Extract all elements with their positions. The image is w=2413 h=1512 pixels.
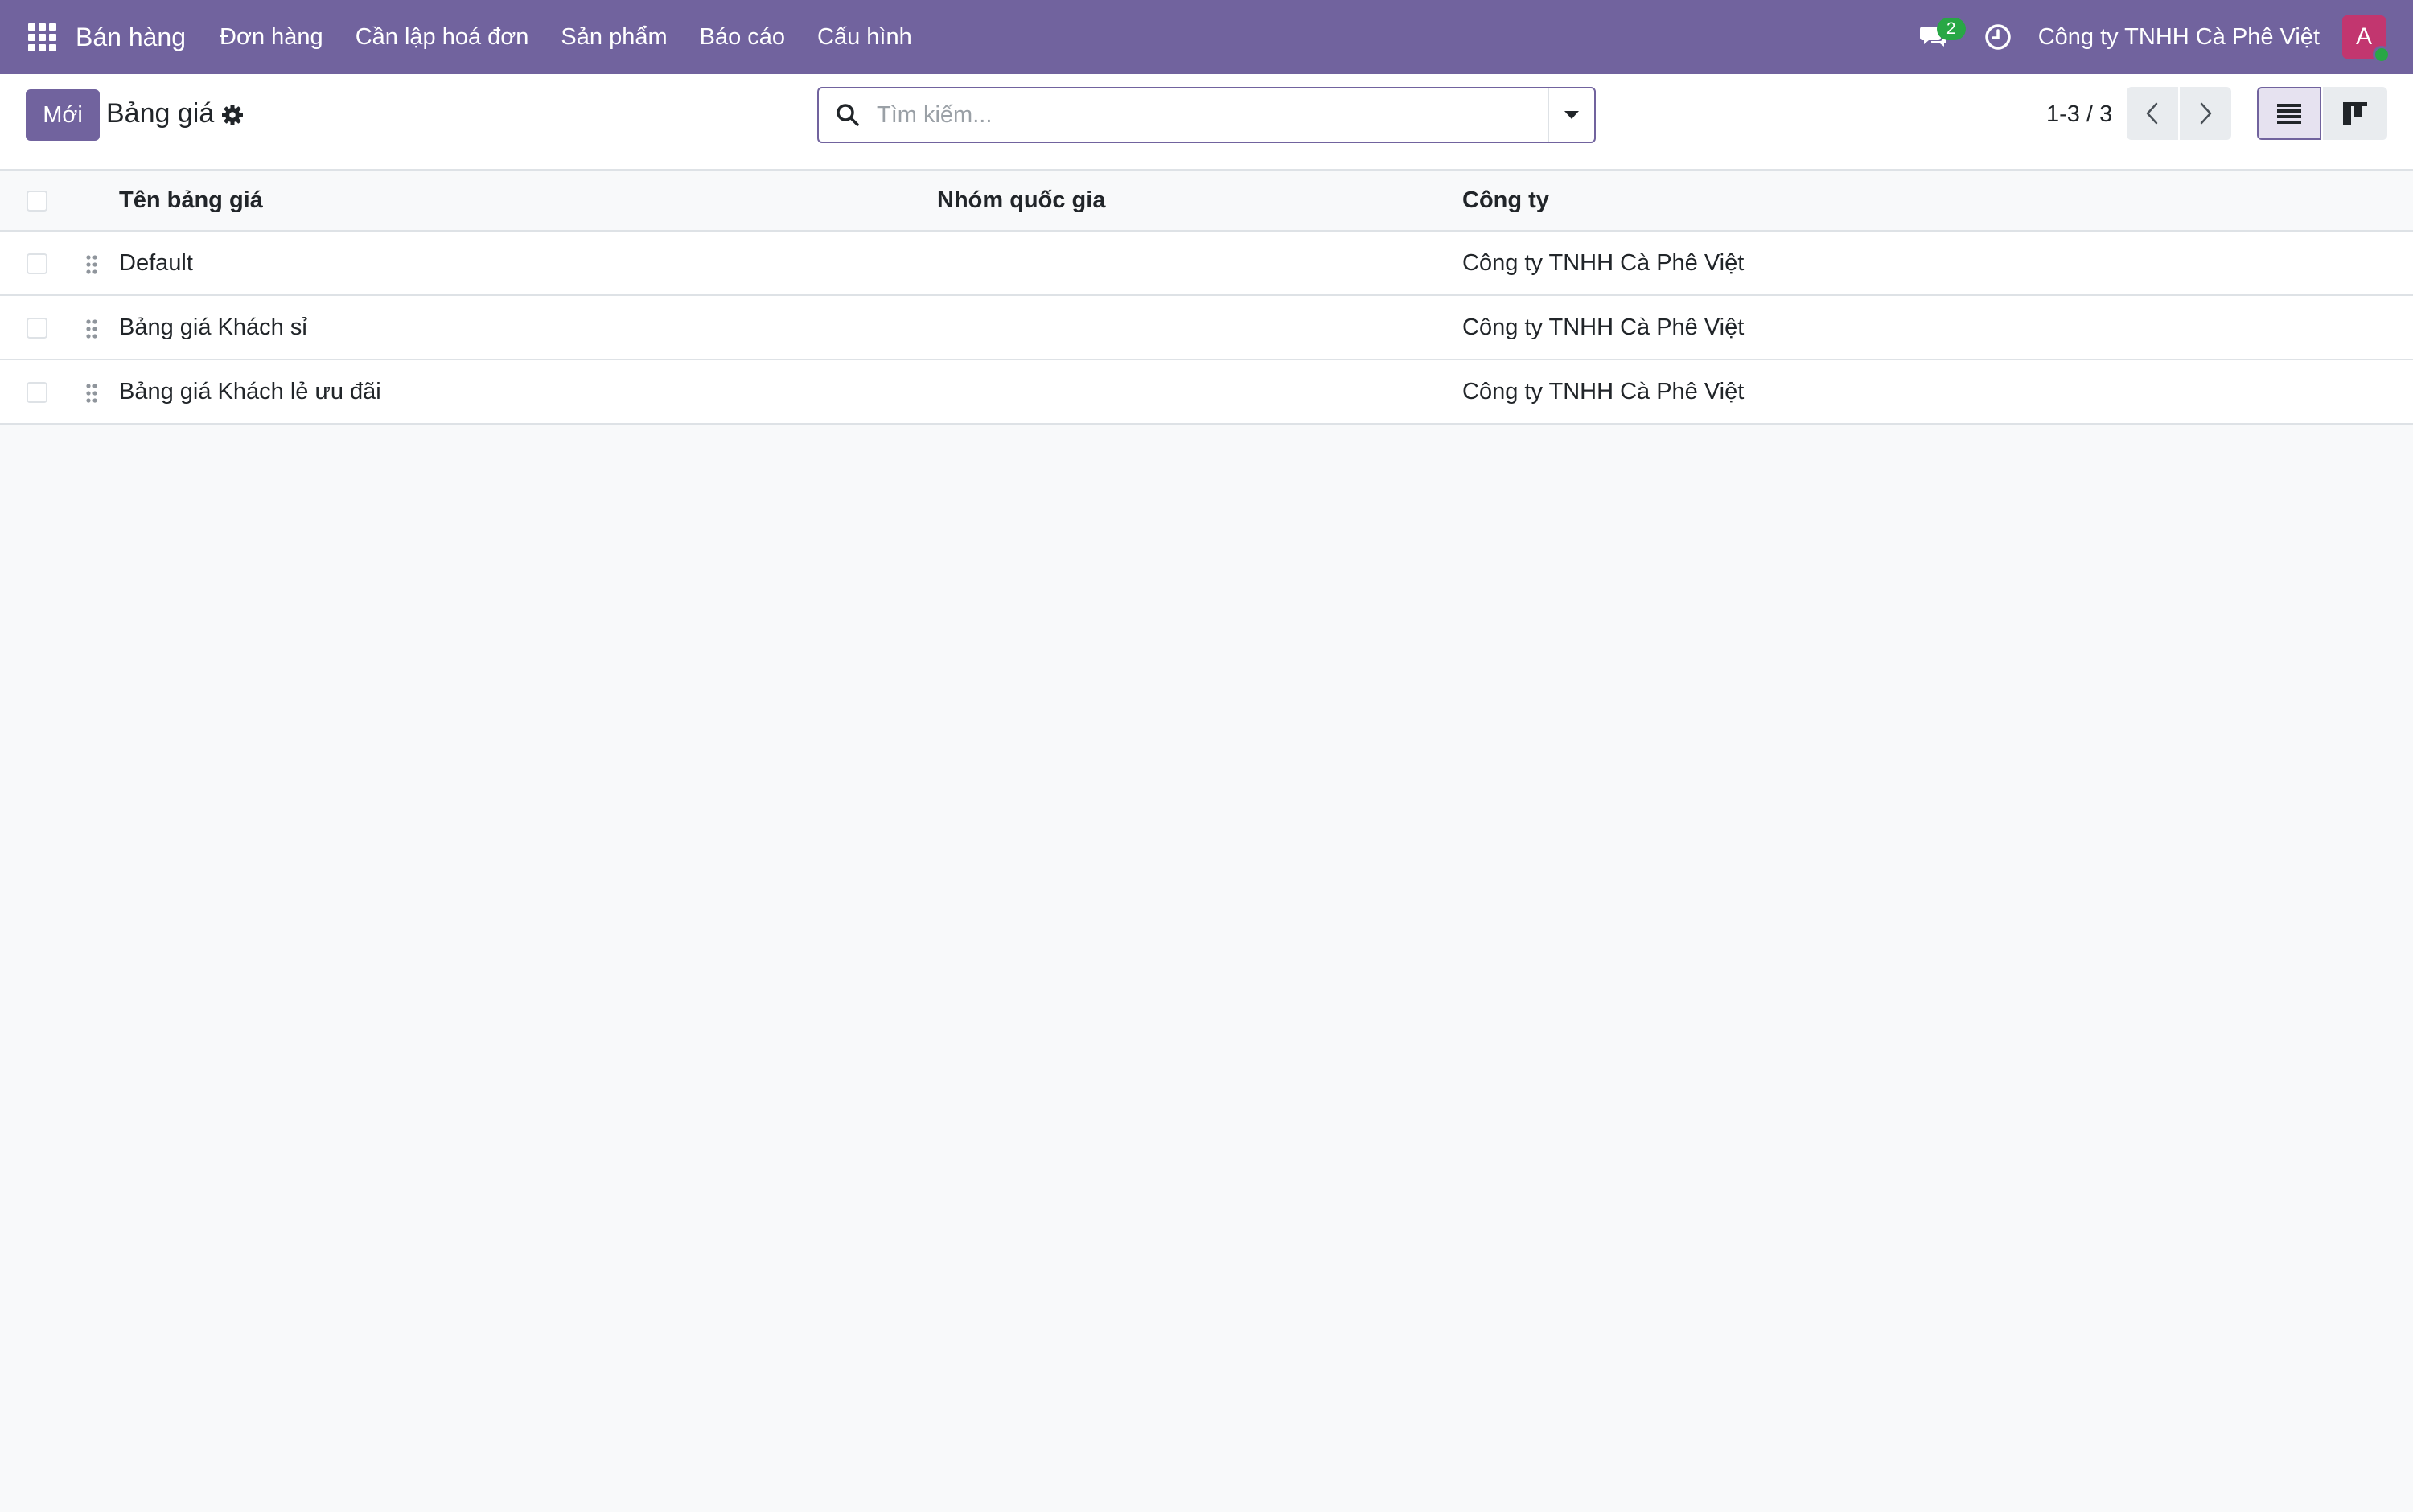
row-checkbox[interactable]: [27, 382, 47, 403]
control-panel: Mới Bảng giá 1-3 / 3: [0, 74, 2413, 171]
page-title: Bảng giá: [106, 98, 215, 129]
avatar-letter: A: [2355, 23, 2372, 50]
pricelist-table: Tên bảng giá Nhóm quốc gia Công ty Defau…: [0, 171, 2413, 425]
menu-item-products[interactable]: Sản phẩm: [545, 0, 683, 74]
app-title[interactable]: Bán hàng: [76, 23, 186, 52]
row-checkbox[interactable]: [27, 318, 47, 339]
top-navbar: Bán hàng Đơn hàng Cần lập hoá đơn Sản ph…: [0, 0, 2413, 74]
list-view-button[interactable]: [2257, 87, 2321, 140]
search-icon: [819, 88, 877, 142]
table-header: Tên bảng giá Nhóm quốc gia Công ty: [0, 171, 2413, 232]
column-header-country-group[interactable]: Nhóm quốc gia: [937, 171, 1105, 230]
company: Công ty TNHH Cà Phê Việt: [1462, 314, 1745, 340]
online-status-dot: [2373, 46, 2390, 64]
pager-previous-button[interactable]: [2127, 87, 2178, 140]
kanban-view-button[interactable]: [2323, 87, 2387, 140]
messaging-button[interactable]: 2: [1909, 13, 1966, 61]
table-row[interactable]: Bảng giá Khách sỉ Công ty TNHH Cà Phê Vi…: [0, 296, 2413, 360]
apps-grid-icon: [27, 23, 56, 51]
drag-handle-icon[interactable]: [84, 253, 100, 277]
user-avatar[interactable]: A: [2342, 15, 2390, 64]
main-menu: Đơn hàng Cần lập hoá đơn Sản phẩm Báo cá…: [203, 0, 928, 74]
menu-item-orders[interactable]: Đơn hàng: [203, 0, 339, 74]
list-view-icon: [2277, 104, 2301, 124]
search-options-toggle[interactable]: [1548, 88, 1594, 142]
company: Công ty TNHH Cà Phê Việt: [1462, 378, 1745, 405]
search-input[interactable]: [877, 91, 1548, 139]
table-row[interactable]: Bảng giá Khách lẻ ưu đãi Công ty TNHH Cà…: [0, 360, 2413, 425]
menu-item-configuration[interactable]: Cấu hình: [801, 0, 928, 74]
row-checkbox[interactable]: [27, 253, 47, 274]
pricelist-name: Default: [119, 249, 193, 276]
column-header-name[interactable]: Tên bảng giá: [119, 171, 263, 230]
caret-down-icon: [1564, 111, 1579, 119]
message-count-badge: 2: [1936, 18, 1966, 40]
gear-icon[interactable]: [220, 103, 245, 127]
pricelist-name: Bảng giá Khách sỉ: [119, 314, 307, 340]
column-header-company[interactable]: Công ty: [1462, 171, 1549, 230]
kanban-view-icon: [2343, 102, 2367, 125]
table-row[interactable]: Default Công ty TNHH Cà Phê Việt: [0, 232, 2413, 296]
activity-button[interactable]: [1980, 13, 2016, 61]
chevron-right-icon: [2200, 102, 2212, 125]
new-button[interactable]: Mới: [26, 89, 100, 141]
search-bar: [817, 87, 1596, 143]
apps-menu-button[interactable]: [18, 0, 66, 74]
pager-value[interactable]: 1-3 / 3: [2046, 101, 2112, 128]
drag-handle-icon[interactable]: [84, 381, 100, 405]
pricelist-name: Bảng giá Khách lẻ ưu đãi: [119, 378, 381, 405]
drag-handle-icon[interactable]: [84, 317, 100, 341]
menu-item-to-invoice[interactable]: Cần lập hoá đơn: [339, 0, 545, 74]
pager-next-button[interactable]: [2180, 87, 2231, 140]
menu-item-reporting[interactable]: Báo cáo: [684, 0, 801, 74]
company-switcher[interactable]: Công ty TNHH Cà Phê Việt: [2038, 24, 2320, 51]
company: Công ty TNHH Cà Phê Việt: [1462, 249, 1745, 276]
chevron-left-icon: [2146, 102, 2158, 125]
navbar-systray: 2 Công ty TNHH Cà Phê Việt A: [1909, 0, 2413, 74]
select-all-checkbox[interactable]: [27, 191, 47, 212]
clock-icon: [1984, 24, 2011, 50]
